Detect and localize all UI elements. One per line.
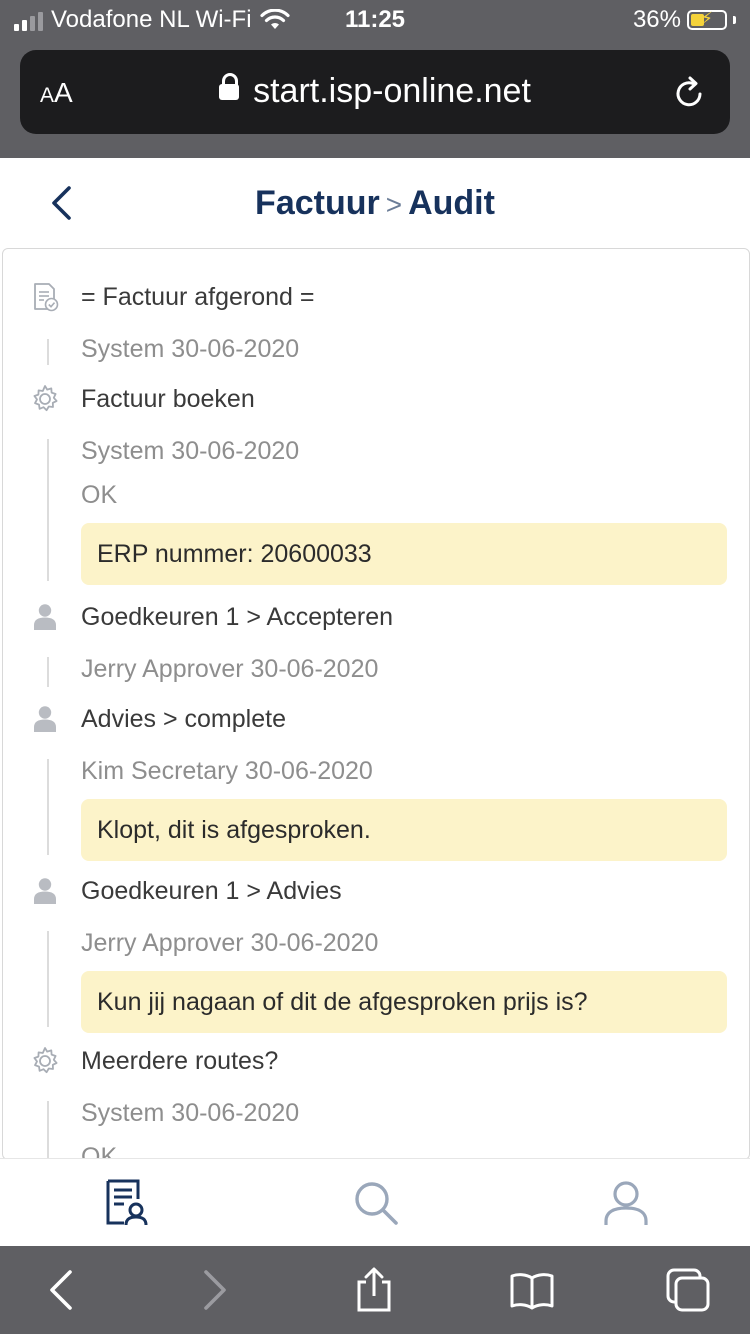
browser-back-icon[interactable]: [38, 1266, 86, 1314]
timeline-line: [47, 339, 49, 365]
share-icon[interactable]: [350, 1266, 398, 1314]
gear-icon: [33, 385, 58, 412]
app-tab-bar: [0, 1158, 750, 1247]
timeline-line: [47, 931, 49, 1027]
breadcrumb-separator: >: [385, 189, 403, 220]
url-field[interactable]: start.isp-online.net: [20, 72, 730, 111]
invoice-list-icon[interactable]: [100, 1177, 152, 1229]
audit-entry-meta: System 30-06-2020: [81, 1099, 300, 1127]
breadcrumb-parent[interactable]: Factuur: [255, 184, 380, 222]
audit-entry-meta: Jerry Approver 30-06-2020: [81, 655, 379, 683]
audit-entry-meta: System 30-06-2020: [81, 437, 300, 465]
timeline-line: [47, 759, 49, 855]
audit-entry: Meerdere routes? System 30-06-2020 OK: [3, 1037, 749, 1160]
timeline-line: [47, 439, 49, 581]
gear-icon: [33, 1047, 58, 1074]
lock-icon: [219, 73, 240, 100]
audit-entry-meta: Kim Secretary 30-06-2020: [81, 757, 373, 785]
audit-entry: Goedkeuren 1 > Accepteren Jerry Approver…: [3, 593, 749, 689]
audit-entry-meta: Jerry Approver 30-06-2020: [81, 929, 379, 957]
audit-entry-note: Klopt, dit is afgesproken.: [81, 799, 727, 861]
battery-info: 36% ⚡: [633, 6, 736, 34]
audit-entry-title: Goedkeuren 1 > Accepteren: [81, 603, 394, 631]
audit-entry-note: Kun jij nagaan of dit de afgesproken pri…: [81, 971, 727, 1033]
document-check-icon: [34, 283, 59, 312]
audit-card: = Factuur afgerond = System 30-06-2020 F…: [2, 248, 750, 1160]
audit-entry-title: Goedkeuren 1 > Advies: [81, 877, 342, 905]
audit-entry-meta: System 30-06-2020: [81, 335, 300, 363]
tabs-icon[interactable]: [664, 1266, 712, 1314]
timeline-line: [47, 657, 49, 687]
audit-entry: = Factuur afgerond = System 30-06-2020: [3, 273, 749, 369]
battery-percentage: 36%: [632, 6, 681, 33]
audit-entry: Goedkeuren 1 > Advies Jerry Approver 30-…: [3, 867, 749, 1033]
audit-entry-title: Meerdere routes?: [81, 1047, 279, 1075]
audit-entry-title: = Factuur afgerond =: [81, 283, 315, 311]
person-icon: [34, 878, 56, 904]
audit-entry-title: Advies > complete: [81, 705, 286, 733]
user-icon[interactable]: [600, 1177, 652, 1229]
audit-entry: Factuur boeken System 30-06-2020 OK ERP …: [3, 375, 749, 585]
breadcrumb-current: Audit: [408, 184, 495, 222]
browser-forward-icon[interactable]: [190, 1266, 238, 1314]
url-text: start.isp-online.net: [253, 72, 531, 110]
person-icon: [34, 706, 56, 732]
audit-entry-title: Factuur boeken: [81, 385, 255, 413]
search-icon[interactable]: [350, 1177, 402, 1229]
audit-entry-result: OK: [81, 1143, 118, 1160]
browser-toolbar: [0, 1246, 750, 1334]
address-bar[interactable]: AA start.isp-online.net: [20, 50, 730, 134]
bookmarks-icon[interactable]: [508, 1266, 556, 1314]
audit-entry-note: ERP nummer: 20600033: [81, 523, 727, 585]
person-icon: [34, 604, 56, 630]
timeline-line: [47, 1101, 49, 1159]
status-bar: Vodafone NL Wi-Fi 11:25 36% ⚡: [0, 0, 750, 44]
reload-icon[interactable]: [670, 74, 708, 112]
page-title: Factuur > Audit: [0, 184, 750, 223]
browser-top-chrome: Vodafone NL Wi-Fi 11:25 36% ⚡ AA start.i…: [0, 0, 750, 158]
app-header: Factuur > Audit: [0, 158, 750, 248]
audit-entry: Advies > complete Kim Secretary 30-06-20…: [3, 695, 749, 861]
battery-icon: ⚡: [687, 9, 727, 30]
audit-entry-result: OK: [81, 481, 118, 509]
